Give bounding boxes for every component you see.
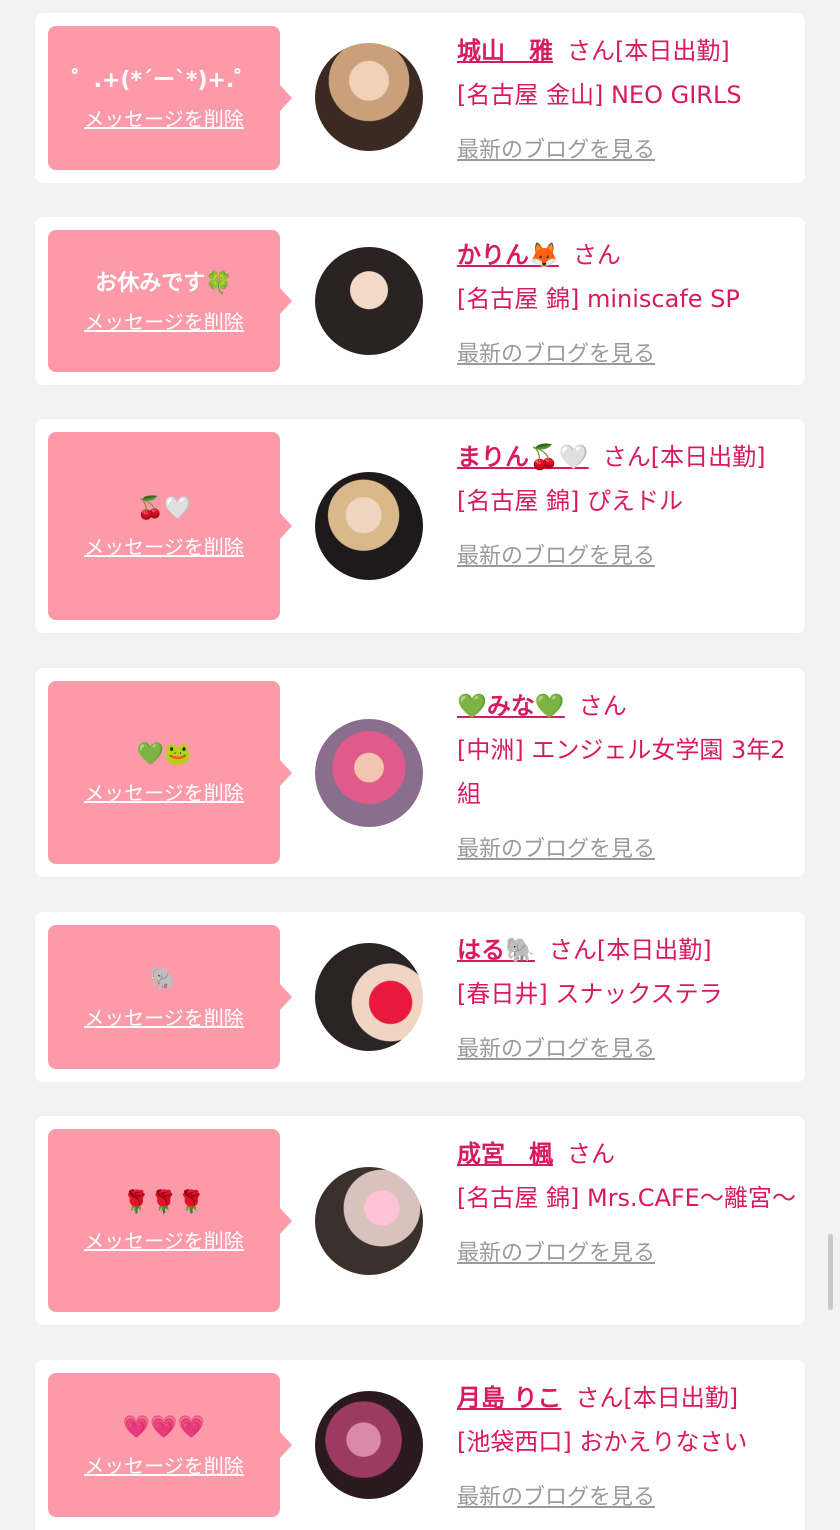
message-bubble: ゜.+(*´ー`*)+.゜ メッセージを削除 <box>48 26 292 170</box>
list-item: ゜.+(*´ー`*)+.゜ メッセージを削除 城山 雅さん[本日出勤] [名古屋… <box>35 13 805 183</box>
message-text: 🐘 <box>150 966 178 992</box>
list-item: 🍒🤍 メッセージを削除 まりん🍒🤍 さん[本日出勤] [名古屋 錦] ぴえドル 最… <box>35 419 805 633</box>
profile-info: まりん🍒🤍 さん[本日出勤] [名古屋 錦] ぴえドル 最新のブログを見る <box>457 435 797 579</box>
profile-info: 💚みな💚 さん [中洲] エンジェル女学園 3年2組 最新のブログを見る <box>457 684 797 872</box>
honorific: さん <box>575 1384 624 1412</box>
honorific: さん <box>572 241 621 269</box>
message-text: 💚🐸 <box>136 742 192 767</box>
honorific: さん <box>602 443 651 471</box>
avatar[interactable] <box>315 472 423 580</box>
blog-link[interactable]: 最新のブログを見る <box>457 828 655 872</box>
status-text: [本日出勤] <box>596 936 712 964</box>
avatar[interactable] <box>315 43 423 151</box>
location-text: [名古屋 錦] miniscafe SP <box>457 285 740 313</box>
message-text: 🍒🤍 <box>136 495 192 521</box>
blog-link[interactable]: 最新のブログを見る <box>457 1476 655 1520</box>
message-bubble: 💚🐸 メッセージを削除 <box>48 681 292 864</box>
name-link[interactable]: 💚みな💚 <box>457 692 565 720</box>
message-bubble: 💗💗💗 メッセージを削除 <box>48 1373 292 1517</box>
list-item: 💗💗💗 メッセージを削除 月島 りこ さん[本日出勤] [池袋西口] おかえりなさ… <box>35 1360 805 1530</box>
profile-info: はる🐘 さん[本日出勤] [春日井] スナックステラ 最新のブログを見る <box>457 928 797 1072</box>
avatar[interactable] <box>315 719 423 827</box>
message-text: 💗💗💗 <box>122 1414 206 1440</box>
message-text: お休みです🍀 <box>95 270 233 296</box>
status-text: [本日出勤] <box>650 443 766 471</box>
delete-message-link[interactable]: メッセージを削除 <box>84 1002 244 1031</box>
honorific: さん <box>567 37 615 65</box>
location-text: [池袋西口] おかえりなさい <box>457 1428 748 1456</box>
list-item: 🌹🌹🌹 メッセージを削除 成宮 楓さん [名古屋 錦] Mrs.CAFE〜離宮〜… <box>35 1116 805 1325</box>
blog-link[interactable]: 最新のブログを見る <box>457 333 655 377</box>
delete-message-link[interactable]: メッセージを削除 <box>84 306 244 335</box>
location-text: [名古屋 錦] Mrs.CAFE〜離宮〜 <box>457 1184 796 1212</box>
profile-info: かりん🦊 さん [名古屋 錦] miniscafe SP 最新のブログを見る <box>457 233 797 377</box>
status-text: [本日出勤] <box>623 1384 739 1412</box>
message-bubble: お休みです🍀 メッセージを削除 <box>48 230 292 372</box>
list-item: 🐘 メッセージを削除 はる🐘 さん[本日出勤] [春日井] スナックステラ 最新の… <box>35 912 805 1082</box>
name-link[interactable]: はる🐘 <box>457 936 535 964</box>
status-text: [本日出勤] <box>615 37 730 65</box>
delete-message-link[interactable]: メッセージを削除 <box>84 1225 244 1254</box>
list-item: 💚🐸 メッセージを削除 💚みな💚 さん [中洲] エンジェル女学園 3年2組 最新… <box>35 668 805 877</box>
location-text: [中洲] エンジェル女学園 3年2組 <box>457 736 786 808</box>
honorific: さん <box>578 692 627 720</box>
honorific: さん <box>567 1140 615 1168</box>
honorific: さん <box>548 936 597 964</box>
location-text: [名古屋 金山] NEO GIRLS <box>457 81 742 109</box>
blog-link[interactable]: 最新のブログを見る <box>457 1028 655 1072</box>
name-link[interactable]: 月島 りこ <box>457 1384 561 1412</box>
blog-link[interactable]: 最新のブログを見る <box>457 1232 655 1276</box>
delete-message-link[interactable]: メッセージを削除 <box>84 1450 244 1479</box>
avatar[interactable] <box>315 1391 423 1499</box>
avatar[interactable] <box>315 247 423 355</box>
delete-message-link[interactable]: メッセージを削除 <box>84 777 244 806</box>
message-text: ゜.+(*´ー`*)+.゜ <box>71 67 257 93</box>
name-link[interactable]: 成宮 楓 <box>457 1140 553 1168</box>
profile-info: 月島 りこ さん[本日出勤] [池袋西口] おかえりなさい 最新のブログを見る <box>457 1376 797 1520</box>
name-link[interactable]: 城山 雅 <box>457 37 553 65</box>
delete-message-link[interactable]: メッセージを削除 <box>84 103 244 132</box>
blog-link[interactable]: 最新のブログを見る <box>457 129 655 173</box>
location-text: [春日井] スナックステラ <box>457 980 723 1008</box>
list-item: お休みです🍀 メッセージを削除 かりん🦊 さん [名古屋 錦] miniscafe… <box>35 217 805 385</box>
profile-info: 成宮 楓さん [名古屋 錦] Mrs.CAFE〜離宮〜 最新のブログを見る <box>457 1132 797 1276</box>
message-bubble: 🍒🤍 メッセージを削除 <box>48 432 292 620</box>
name-link[interactable]: まりん🍒🤍 <box>457 443 589 471</box>
delete-message-link[interactable]: メッセージを削除 <box>84 531 244 560</box>
scrollbar[interactable] <box>828 1234 833 1310</box>
name-link[interactable]: かりん🦊 <box>457 241 559 269</box>
message-text: 🌹🌹🌹 <box>122 1190 206 1215</box>
blog-link[interactable]: 最新のブログを見る <box>457 535 655 579</box>
avatar[interactable] <box>315 943 423 1051</box>
message-bubble: 🐘 メッセージを削除 <box>48 925 292 1069</box>
avatar[interactable] <box>315 1167 423 1275</box>
location-text: [名古屋 錦] ぴえドル <box>457 487 683 515</box>
profile-info: 城山 雅さん[本日出勤] [名古屋 金山] NEO GIRLS 最新のブログを見… <box>457 29 797 173</box>
message-bubble: 🌹🌹🌹 メッセージを削除 <box>48 1129 292 1312</box>
